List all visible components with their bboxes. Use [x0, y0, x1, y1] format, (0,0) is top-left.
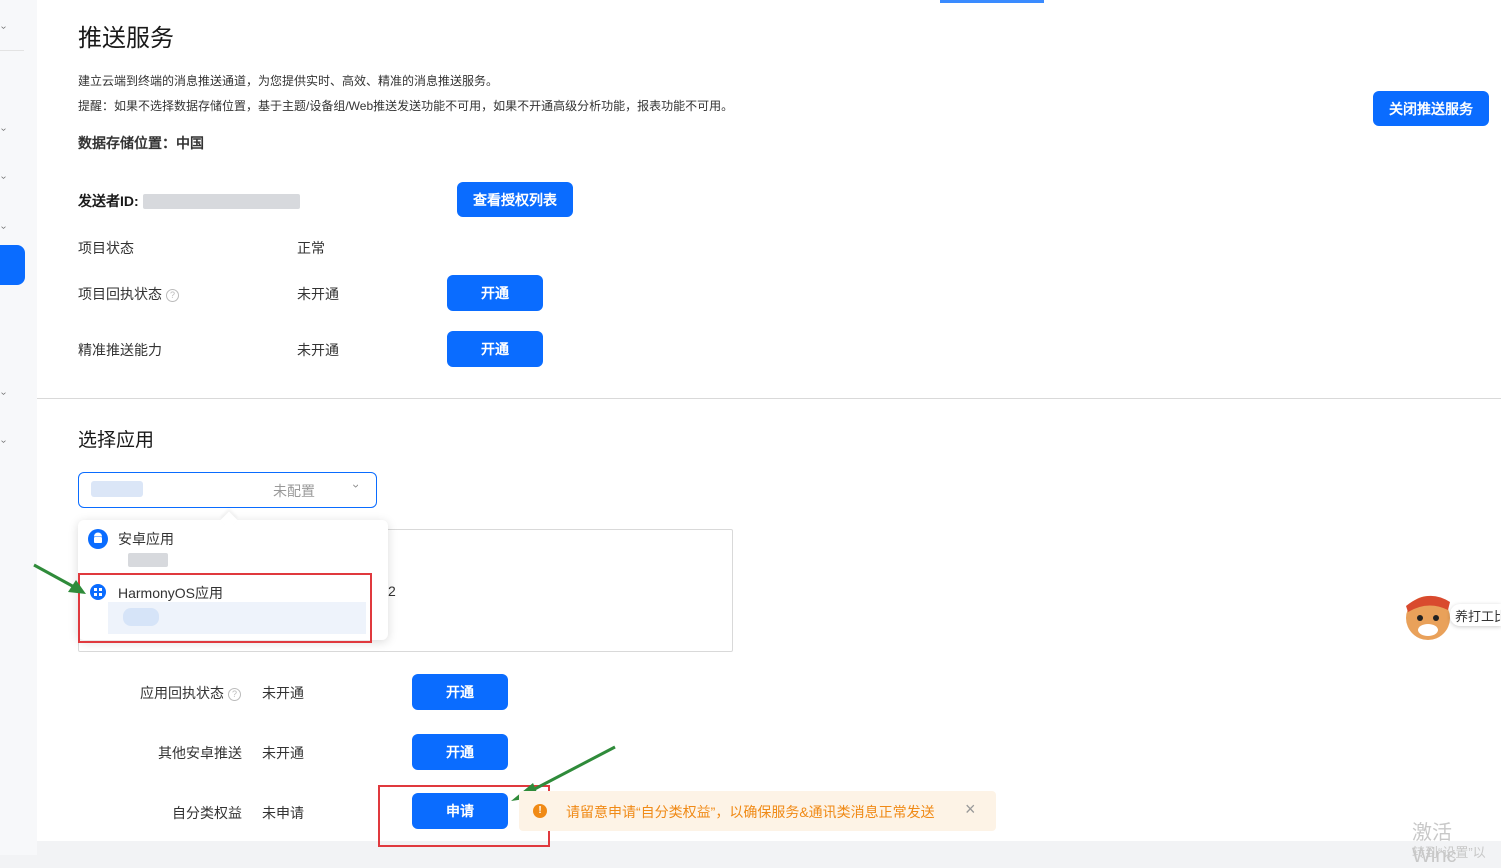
sender-id-label: 发送者ID: — [78, 193, 139, 209]
section-divider — [37, 398, 1501, 399]
app-receipt-label-text: 应用回执状态 — [140, 685, 224, 701]
warning-icon: ! — [533, 804, 547, 818]
enable-precise-push-button[interactable]: 开通 — [447, 331, 543, 367]
dropdown-item-label: 安卓应用 — [118, 531, 174, 547]
page-title: 推送服务 — [78, 25, 174, 52]
warning-bar: ! 请留意申请“自分类权益”，以确保服务&通讯类消息正常发送 × — [519, 791, 996, 831]
nav-chevron-icon[interactable]: › — [0, 128, 9, 131]
android-icon — [88, 529, 108, 549]
other-android-push-label: 其他安卓推送 — [158, 745, 242, 761]
app-receipt-value: 未开通 — [262, 685, 304, 701]
project-receipt-value: 未开通 — [297, 286, 339, 302]
select-status-text: 未配置 — [273, 483, 315, 499]
enable-app-receipt-button[interactable]: 开通 — [412, 674, 508, 710]
app-select[interactable]: 未配置 ‹ — [78, 472, 377, 508]
close-icon[interactable]: × — [965, 799, 976, 820]
mascot-text: 养打工比 — [1455, 609, 1501, 624]
main-panel — [37, 0, 1501, 841]
annotation-arrow-icon — [33, 563, 86, 594]
enable-other-android-push-button[interactable]: 开通 — [412, 734, 508, 770]
view-authorization-list-button[interactable]: 查看授权列表 — [457, 182, 573, 217]
precise-push-label: 精准推送能力 — [78, 342, 162, 358]
help-icon[interactable]: ? — [166, 288, 179, 302]
page-description: 建立云端到终端的消息推送通道，为您提供实时、高效、精准的消息推送服务。 — [78, 74, 499, 88]
close-push-service-button[interactable]: 关闭推送服务 — [1373, 91, 1489, 126]
precise-push-value: 未开通 — [297, 342, 339, 358]
android-app-masked — [128, 553, 168, 567]
chevron-up-icon[interactable]: ‹ — [348, 484, 362, 488]
floating-mascot-widget[interactable]: 养打工比 — [1400, 588, 1501, 643]
app-receipt-label: 应用回执状态? — [140, 683, 241, 703]
page-reminder: 提醒：如果不选择数据存储位置，基于主题/设备组/Web推送发送功能不可用，如果不… — [78, 99, 734, 113]
nav-active-item[interactable] — [0, 245, 25, 285]
nav-chevron-down-icon[interactable]: › — [0, 26, 9, 29]
project-status-value: 正常 — [297, 240, 325, 256]
dropdown-item-android[interactable]: 安卓应用 — [78, 526, 388, 576]
watermark-line2: 转到“设置”以 — [1412, 845, 1486, 860]
nav-chevron-icon[interactable]: › — [0, 440, 9, 443]
other-android-push-value: 未开通 — [262, 745, 304, 761]
project-receipt-label-text: 项目回执状态 — [78, 286, 162, 302]
enable-project-receipt-button[interactable]: 开通 — [447, 275, 543, 311]
highlight-box-harmonyos — [78, 573, 372, 643]
project-receipt-label: 项目回执状态? — [78, 284, 179, 304]
select-app-title: 选择应用 — [78, 430, 155, 451]
top-tab-indicator — [940, 0, 1044, 3]
sender-id-value-masked — [143, 194, 300, 209]
self-classification-label: 自分类权益 — [172, 805, 242, 821]
self-classification-value: 未申请 — [262, 805, 304, 821]
app-info-fragment: 2 — [388, 583, 396, 599]
selected-app-masked — [91, 481, 143, 497]
nav-chevron-icon[interactable]: › — [0, 392, 9, 395]
mascot-icon — [1406, 595, 1450, 640]
project-status-label: 项目状态 — [78, 240, 134, 256]
nav-chevron-icon[interactable]: › — [0, 226, 9, 229]
storage-location: 数据存储位置：中国 — [78, 135, 204, 151]
warning-text: 请留意申请“自分类权益”，以确保服务&通讯类消息正常发送 — [566, 804, 935, 820]
help-icon[interactable]: ? — [228, 687, 241, 701]
nav-chevron-icon[interactable]: › — [0, 176, 9, 179]
